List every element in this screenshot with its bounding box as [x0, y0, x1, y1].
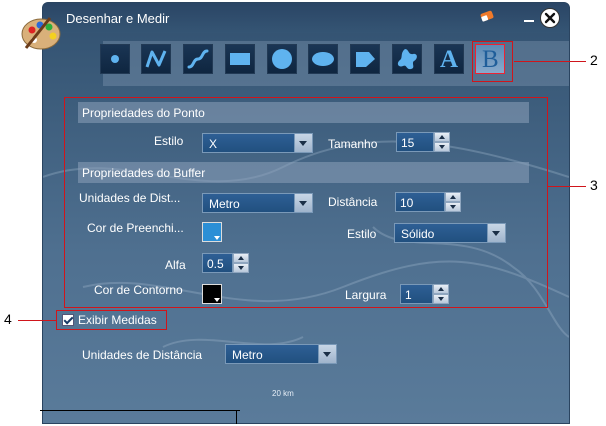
- buffer-alpha-label: Alfa: [165, 258, 186, 272]
- chevron-down-icon[interactable]: [294, 134, 312, 152]
- chevron-down-icon: [214, 298, 220, 302]
- eraser-icon[interactable]: [479, 10, 495, 22]
- chevron-down-icon[interactable]: [294, 194, 312, 212]
- tool-polygon-button[interactable]: [350, 44, 380, 74]
- callout-line-2: [514, 61, 586, 62]
- buffer-style-select[interactable]: Sólido: [394, 223, 506, 243]
- point-size-value-box[interactable]: 15: [396, 132, 434, 152]
- buffer-alpha-value: 0.5: [207, 257, 224, 271]
- buffer-fill-color-picker[interactable]: [202, 222, 222, 242]
- measure-units-label: Unidades de Distância: [82, 348, 203, 362]
- buffer-outline-color-picker[interactable]: [202, 284, 222, 304]
- tool-ellipse-button[interactable]: [308, 44, 338, 74]
- buffer-distance-down-icon[interactable]: [445, 202, 461, 212]
- tool-point-button[interactable]: [100, 44, 130, 74]
- map-scale-bar: [40, 410, 240, 411]
- buffer-distance-value: 10: [400, 196, 414, 210]
- point-style-label: Estilo: [154, 134, 184, 148]
- point-icon: [111, 55, 119, 63]
- point-style-value: X: [209, 137, 218, 151]
- close-button[interactable]: [540, 8, 560, 28]
- point-properties-title: Propriedades do Ponto: [82, 106, 205, 120]
- ellipse-icon: [312, 52, 334, 66]
- buffer-width-label: Largura: [345, 288, 387, 302]
- chevron-down-icon[interactable]: [487, 224, 505, 242]
- point-size-up-icon[interactable]: [434, 132, 450, 142]
- point-size-down-icon[interactable]: [434, 142, 450, 152]
- point-style-select[interactable]: X: [202, 133, 313, 153]
- buffer-properties-title: Propriedades do Buffer: [82, 166, 206, 180]
- buffer-width-value-box[interactable]: 1: [400, 284, 433, 304]
- callout-box-2: [472, 41, 513, 82]
- map-scale-tick: [236, 410, 237, 424]
- buffer-units-value: Metro: [209, 197, 240, 211]
- tool-freehand-line-button[interactable]: [183, 44, 213, 74]
- buffer-alpha-down-icon[interactable]: [233, 263, 249, 273]
- window-title: Desenhar e Medir: [66, 11, 170, 26]
- point-size-label: Tamanho: [328, 137, 378, 151]
- callout-number-2: 2: [590, 52, 598, 68]
- buffer-fill-label: Cor de Preenchi...: [87, 221, 184, 235]
- buffer-distance-up-icon[interactable]: [445, 192, 461, 202]
- rectangle-icon: [230, 53, 250, 65]
- freehand-line-icon: [187, 49, 209, 69]
- buffer-width-value: 1: [405, 288, 412, 302]
- callout-line-4: [18, 320, 56, 321]
- tool-circle-button[interactable]: [267, 44, 297, 74]
- buffer-properties-header: Propriedades do Buffer: [78, 162, 529, 183]
- point-size-value: 15: [401, 136, 415, 150]
- palette-icon: [21, 17, 61, 50]
- map-scale-label: 20 km: [272, 389, 294, 398]
- buffer-outline-label: Cor de Contorno: [94, 283, 183, 297]
- text-icon: A: [440, 46, 459, 73]
- minimize-button[interactable]: [524, 20, 534, 22]
- freehand-polygon-icon: [397, 49, 417, 70]
- buffer-units-select[interactable]: Metro: [202, 193, 313, 213]
- tool-freehand-polygon-button[interactable]: [392, 44, 422, 74]
- callout-number-4: 4: [4, 311, 12, 327]
- tool-polyline-button[interactable]: [141, 44, 171, 74]
- polygon-icon: [356, 52, 375, 67]
- tool-rectangle-button[interactable]: [225, 44, 255, 74]
- measure-units-select[interactable]: Metro: [225, 344, 337, 364]
- buffer-width-up-icon[interactable]: [433, 284, 449, 294]
- buffer-distance-value-box[interactable]: 10: [395, 192, 445, 212]
- buffer-width-down-icon[interactable]: [433, 294, 449, 304]
- buffer-style-label: Estilo: [347, 227, 377, 241]
- callout-number-3: 3: [590, 177, 598, 193]
- polyline-icon: [145, 50, 167, 68]
- show-measurements-checkbox[interactable]: [62, 314, 74, 326]
- close-icon: [544, 12, 556, 24]
- buffer-style-value: Sólido: [401, 227, 435, 241]
- tool-text-button[interactable]: A: [434, 44, 464, 74]
- buffer-units-label: Unidades de Dist...: [79, 191, 181, 205]
- measure-units-value: Metro: [232, 348, 263, 362]
- chevron-down-icon[interactable]: [318, 345, 336, 363]
- callout-line-3: [548, 186, 586, 187]
- show-measurements-label[interactable]: Exibir Medidas: [78, 313, 157, 327]
- buffer-distance-label: Distância: [328, 195, 378, 209]
- buffer-alpha-up-icon[interactable]: [233, 253, 249, 263]
- point-properties-header: Propriedades do Ponto: [78, 102, 529, 123]
- buffer-alpha-value-box[interactable]: 0.5: [202, 253, 233, 273]
- chevron-down-icon: [214, 236, 220, 240]
- circle-icon: [272, 49, 292, 69]
